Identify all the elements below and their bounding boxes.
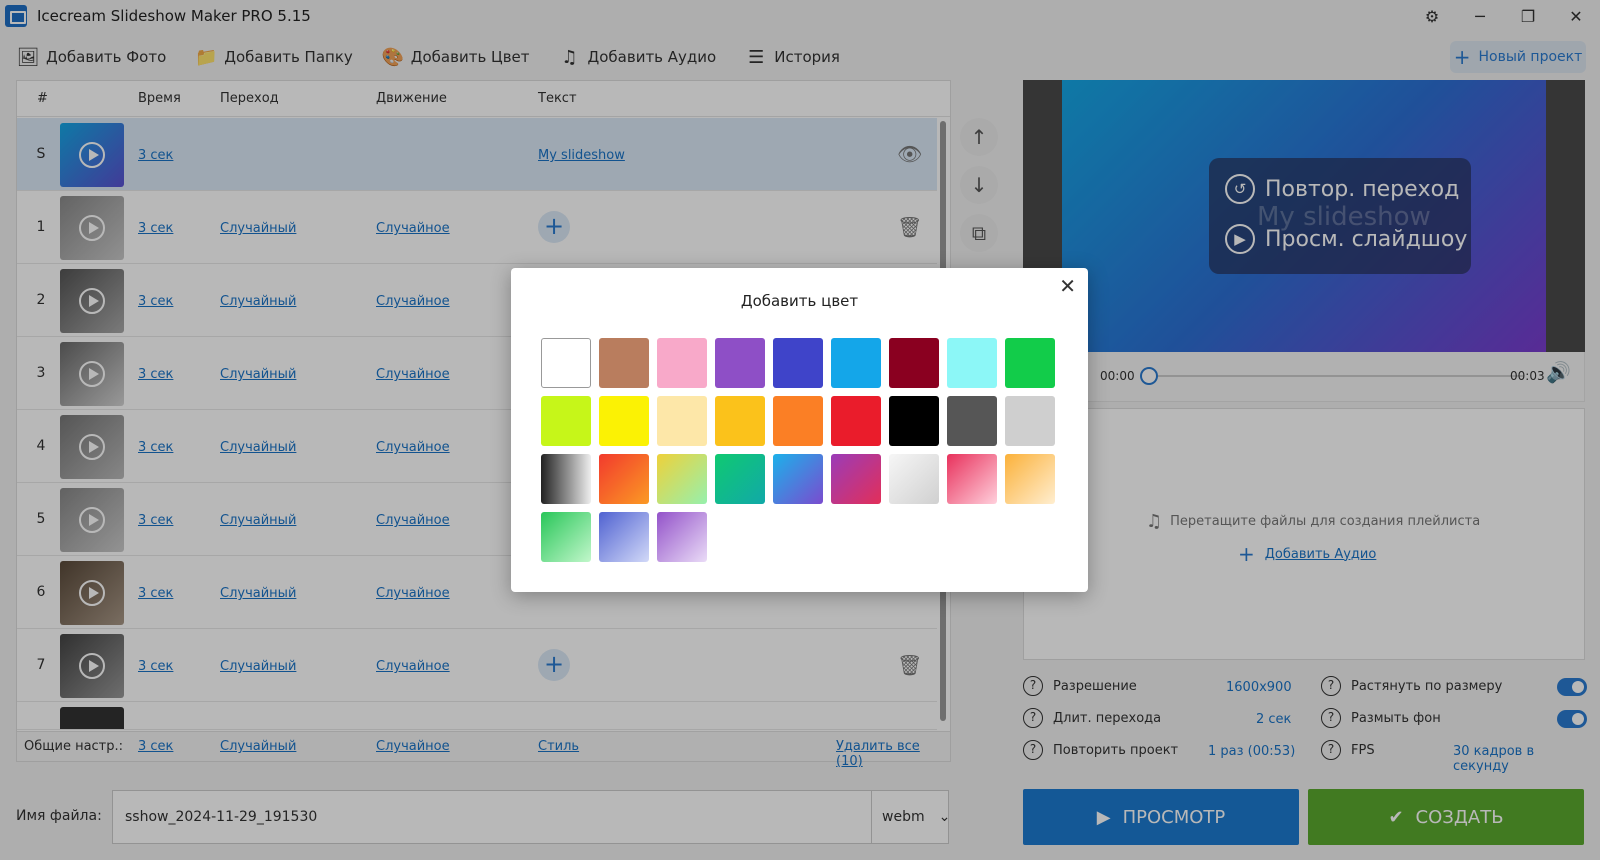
color-swatch[interactable] — [947, 454, 997, 504]
color-swatch[interactable] — [715, 396, 765, 446]
color-swatch[interactable] — [599, 338, 649, 388]
color-swatch[interactable] — [1005, 396, 1055, 446]
color-swatch[interactable] — [541, 396, 591, 446]
color-swatch[interactable] — [657, 454, 707, 504]
color-swatch[interactable] — [657, 512, 707, 562]
color-swatch[interactable] — [889, 338, 939, 388]
color-swatch[interactable] — [599, 454, 649, 504]
color-swatch[interactable] — [831, 396, 881, 446]
color-swatch[interactable] — [541, 512, 591, 562]
close-icon[interactable]: ✕ — [1059, 274, 1076, 298]
color-swatch[interactable] — [773, 454, 823, 504]
color-swatch[interactable] — [657, 338, 707, 388]
color-swatch[interactable] — [715, 454, 765, 504]
color-swatch[interactable] — [657, 396, 707, 446]
color-swatch[interactable] — [1005, 454, 1055, 504]
color-swatch[interactable] — [773, 338, 823, 388]
color-swatch[interactable] — [541, 338, 591, 388]
color-swatch[interactable] — [599, 396, 649, 446]
color-swatch[interactable] — [541, 454, 591, 504]
color-swatch[interactable] — [889, 454, 939, 504]
color-swatch[interactable] — [715, 338, 765, 388]
color-swatch[interactable] — [773, 396, 823, 446]
color-swatch[interactable] — [831, 338, 881, 388]
dialog-title: Добавить цвет — [740, 292, 859, 310]
color-swatch[interactable] — [1005, 338, 1055, 388]
color-swatch[interactable] — [599, 512, 649, 562]
color-swatch[interactable] — [831, 454, 881, 504]
color-swatch[interactable] — [947, 396, 997, 446]
color-swatch[interactable] — [889, 396, 939, 446]
add-color-dialog: Добавить цвет ✕ — [511, 268, 1088, 592]
color-swatch[interactable] — [947, 338, 997, 388]
